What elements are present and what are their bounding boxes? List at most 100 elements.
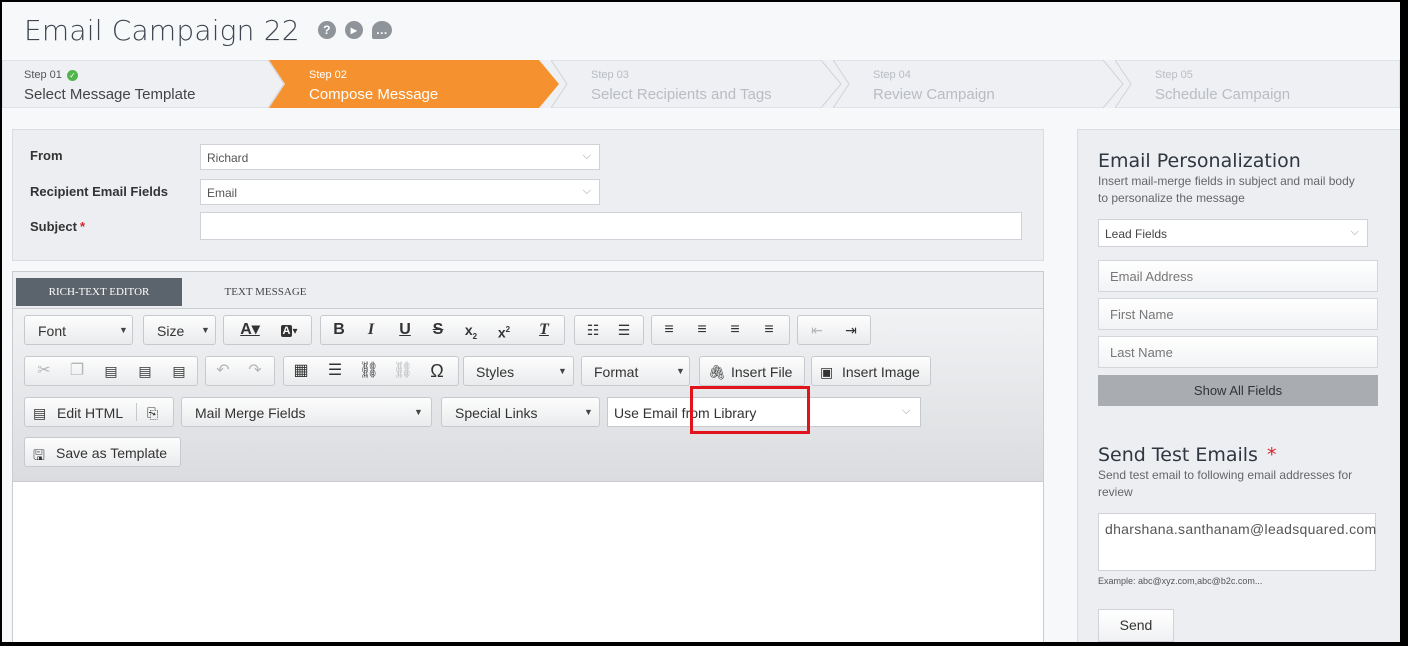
save-as-template-button[interactable]: 🖫 Save as Template bbox=[24, 437, 181, 467]
italic-icon[interactable]: I bbox=[360, 319, 382, 341]
table-icon[interactable]: ▦ bbox=[290, 360, 312, 382]
caret-down-icon: ▼ bbox=[676, 366, 685, 376]
format-dropdown[interactable]: Format ▼ bbox=[581, 356, 690, 386]
formatting-group: B I U S x2 x2 T bbox=[320, 315, 565, 345]
subscript-icon[interactable]: x2 bbox=[460, 319, 482, 341]
message-editor: RICH-TEXT EDITOR TEXT MESSAGE Font ▼ Siz… bbox=[12, 271, 1044, 642]
field-last-name[interactable]: Last Name bbox=[1098, 336, 1378, 368]
align-right-icon[interactable]: ≡ bbox=[724, 319, 746, 341]
background-color-icon[interactable]: A ▾ bbox=[272, 319, 306, 341]
play-icon[interactable]: ▶ bbox=[344, 21, 363, 39]
insert-image-button[interactable]: ▣ Insert Image bbox=[811, 356, 931, 386]
paste-icon[interactable]: ▤ bbox=[100, 360, 122, 382]
special-links-dropdown[interactable]: Special Links ▼ bbox=[441, 397, 600, 427]
copy-icon[interactable]: ❐ bbox=[66, 360, 88, 382]
preview-icon[interactable]: ⎘ bbox=[147, 405, 158, 422]
caret-down-icon: ▼ bbox=[414, 407, 423, 417]
step-compose-message[interactable]: Step 02 Compose Message bbox=[269, 60, 569, 108]
recipient-email-fields-label: Recipient Email Fields bbox=[30, 184, 168, 199]
outdent-icon[interactable]: ⇤ bbox=[806, 319, 828, 341]
editor-tabs: RICH-TEXT EDITOR TEXT MESSAGE bbox=[13, 272, 1043, 309]
send-test-emails-desc: Send test email to following email addre… bbox=[1098, 468, 1353, 499]
show-all-fields-button[interactable]: Show All Fields bbox=[1098, 375, 1378, 406]
format-label: Format bbox=[594, 364, 639, 380]
align-justify-icon[interactable]: ≡ bbox=[758, 319, 780, 341]
special-character-icon[interactable]: Ω bbox=[426, 360, 448, 382]
indent-icon[interactable]: ⇥ bbox=[840, 319, 862, 341]
insert-image-label: Insert Image bbox=[842, 364, 920, 380]
unlink-icon[interactable]: ⛓ bbox=[392, 360, 414, 382]
remove-format-icon[interactable]: T bbox=[533, 319, 555, 341]
step-number: Step 04 bbox=[873, 69, 911, 81]
indent-group: ⇤ ⇥ bbox=[797, 315, 871, 345]
link-icon[interactable]: ⛓ bbox=[358, 360, 380, 382]
chat-icon[interactable]: … bbox=[371, 21, 392, 39]
superscript-icon[interactable]: x2 bbox=[493, 319, 515, 341]
tab-text-message[interactable]: TEXT MESSAGE bbox=[203, 278, 328, 306]
step-label: Select Recipients and Tags bbox=[591, 86, 772, 103]
numbered-list-icon[interactable]: ☷ bbox=[582, 319, 604, 341]
help-icon[interactable]: ? bbox=[317, 21, 336, 39]
edit-html-group: ▤ Edit HTML ⎘ bbox=[24, 397, 174, 427]
insert-file-label: Insert File bbox=[731, 364, 793, 380]
caret-down-icon: ▼ bbox=[119, 325, 128, 335]
step-schedule-campaign[interactable]: Step 05 Schedule Campaign bbox=[1115, 60, 1400, 108]
bold-icon[interactable]: B bbox=[328, 319, 350, 341]
check-icon: ✓ bbox=[66, 69, 78, 81]
source-icon[interactable]: ▤ bbox=[33, 405, 46, 422]
field-email-address[interactable]: Email Address bbox=[1098, 260, 1378, 292]
mail-merge-fields-dropdown[interactable]: Mail Merge Fields ▼ bbox=[181, 397, 432, 427]
from-select[interactable]: Richard ⌵ bbox=[200, 144, 600, 170]
insert-file-button[interactable]: 🖇 Insert File bbox=[699, 356, 805, 386]
bulleted-list-icon[interactable]: ☰ bbox=[613, 319, 635, 341]
email-example-hint: Example: abc@xyz.com,abc@b2c.com... bbox=[1098, 576, 1263, 586]
required-marker: * bbox=[79, 219, 86, 234]
align-center-icon[interactable]: ≡ bbox=[691, 319, 713, 341]
cut-icon[interactable]: ✂ bbox=[33, 360, 55, 382]
step-select-template[interactable]: Step 01 ✓ Select Message Template bbox=[2, 60, 292, 108]
step-number: Step 02 bbox=[309, 69, 347, 81]
field-first-name[interactable]: First Name bbox=[1098, 298, 1378, 330]
font-label: Font bbox=[38, 323, 67, 339]
send-button[interactable]: Send bbox=[1098, 609, 1174, 642]
step-label: Schedule Campaign bbox=[1155, 86, 1291, 103]
editor-toolbar: Font ▼ Size ▼ A▾ A ▾ B I U S x2 x2 T ☷ ☰… bbox=[13, 309, 1043, 482]
horizontal-line-icon[interactable]: ☰ bbox=[324, 360, 346, 382]
paste-text-icon[interactable]: ▤ bbox=[134, 360, 156, 382]
font-dropdown[interactable]: Font ▼ bbox=[24, 315, 133, 345]
lead-fields-select[interactable]: Lead Fields ⌵ bbox=[1098, 219, 1368, 247]
text-color-icon[interactable]: A▾ bbox=[234, 319, 266, 341]
size-dropdown[interactable]: Size ▼ bbox=[143, 315, 216, 345]
tab-rich-text-editor[interactable]: RICH-TEXT EDITOR bbox=[16, 278, 182, 306]
subject-input[interactable] bbox=[200, 212, 1022, 240]
underline-icon[interactable]: U bbox=[394, 319, 416, 341]
caret-down-icon: ▼ bbox=[558, 366, 567, 376]
align-left-icon[interactable]: ≡ bbox=[658, 319, 680, 341]
paperclip-icon: 🖇 bbox=[708, 364, 726, 380]
step-review-campaign[interactable]: Step 04 Review Campaign bbox=[833, 60, 1133, 108]
redo-icon[interactable]: ↷ bbox=[244, 360, 266, 382]
clipboard-group: ✂ ❐ ▤ ▤ ▤ bbox=[24, 356, 198, 386]
caret-down-icon: ▼ bbox=[201, 325, 210, 335]
color-group: A▾ A ▾ bbox=[223, 315, 312, 345]
editor-body[interactable] bbox=[13, 482, 1043, 642]
strikethrough-icon[interactable]: S bbox=[427, 319, 449, 341]
insert-group: ▦ ☰ ⛓ ⛓ Ω bbox=[283, 356, 459, 386]
email-personalization-desc: Insert mail-merge fields in subject and … bbox=[1098, 174, 1355, 205]
recipient-value: Email bbox=[207, 186, 238, 200]
chevron-down-icon: ⌵ bbox=[582, 150, 591, 162]
undo-icon[interactable]: ↶ bbox=[212, 360, 234, 382]
from-label: From bbox=[30, 148, 63, 163]
email-personalization-title: Email Personalization bbox=[1098, 150, 1301, 172]
test-email-textarea[interactable]: dharshana.santhanam@leadsquared.com bbox=[1098, 513, 1376, 571]
step-label: Compose Message bbox=[309, 86, 439, 103]
divider bbox=[136, 403, 137, 421]
paste-word-icon[interactable]: ▤ bbox=[168, 360, 190, 382]
styles-dropdown[interactable]: Styles ▼ bbox=[463, 356, 574, 386]
mail-merge-label: Mail Merge Fields bbox=[195, 405, 306, 421]
step-select-recipients[interactable]: Step 03 Select Recipients and Tags bbox=[551, 60, 851, 108]
edit-html-button[interactable]: Edit HTML bbox=[57, 405, 123, 421]
page-title: Email Campaign 22 bbox=[24, 13, 300, 47]
chevron-down-icon: ⌵ bbox=[902, 405, 911, 417]
recipient-email-fields-select[interactable]: Email ⌵ bbox=[200, 179, 600, 205]
